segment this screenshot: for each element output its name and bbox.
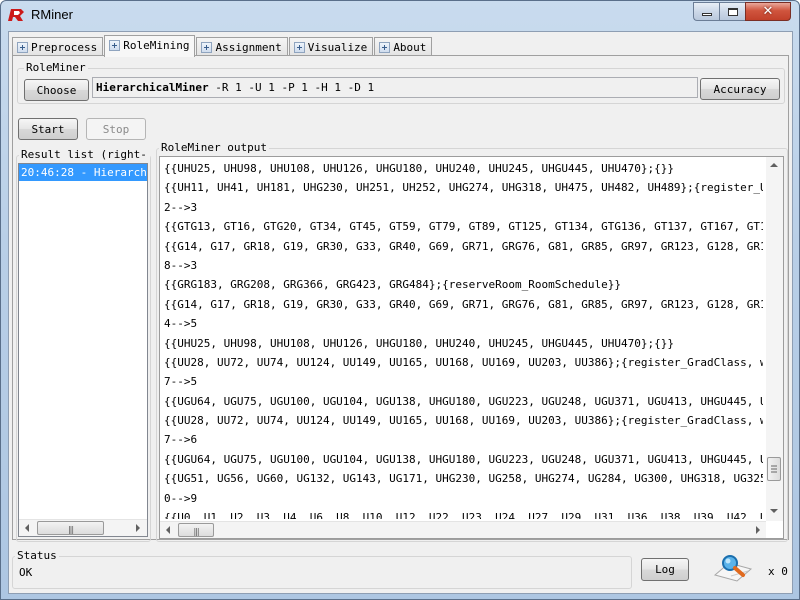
- client-area: Preprocess RoleMining Assignment Visuali…: [8, 31, 793, 594]
- maximize-icon: [727, 7, 738, 16]
- scroll-right-icon[interactable]: [136, 524, 140, 532]
- tab-visualize[interactable]: Visualize: [288, 37, 374, 56]
- output-line: {{GTG13, GT16, GTG20, GT34, GT45, GT59, …: [164, 220, 763, 234]
- expand-plus-icon: [17, 41, 28, 53]
- grip-icon: [771, 465, 777, 473]
- close-button[interactable]: ✕: [745, 2, 791, 21]
- tab-bar: Preprocess RoleMining Assignment Visuali…: [12, 34, 433, 57]
- output-lines: {{UHU25, UHU98, UHU108, UHU126, UHGU180,…: [164, 159, 763, 519]
- output-line: {{UH11, UH41, UH181, UHG230, UH251, UH25…: [164, 181, 763, 195]
- grip-icon: |||: [193, 527, 199, 536]
- log-button[interactable]: Log: [641, 558, 689, 581]
- output-line: 0-->9: [164, 491, 198, 505]
- status-text: OK: [19, 566, 33, 579]
- result-list-item[interactable]: 20:46:28 - Hierarchic: [19, 164, 147, 181]
- stop-button[interactable]: Stop: [86, 118, 146, 140]
- hscroll-thumb[interactable]: |||: [37, 521, 104, 535]
- scroll-left-icon[interactable]: [166, 526, 170, 534]
- window-title: RMiner: [31, 7, 73, 22]
- tab-label: About: [393, 40, 427, 54]
- tab-label: Preprocess: [31, 40, 98, 54]
- search-document-icon[interactable]: [711, 553, 757, 583]
- output-line: {{U0, U1, U2, U3, U4, U6, U8, U10, U12, …: [164, 511, 763, 519]
- scroll-left-icon[interactable]: [25, 524, 29, 532]
- output-line: {{G14, G17, GR18, G19, GR30, G33, GR40, …: [164, 239, 763, 253]
- output-text-area[interactable]: {{UHU25, UHU98, UHU108, UHU126, UHGU180,…: [159, 156, 784, 539]
- tab-label: RoleMining: [123, 39, 190, 52]
- app-window: RMiner ✕ Preprocess RoleMining Assignmen…: [0, 0, 800, 600]
- tab-preprocess[interactable]: Preprocess: [12, 37, 104, 56]
- result-list-hscrollbar[interactable]: |||: [19, 519, 147, 536]
- title-bar[interactable]: RMiner ✕: [1, 1, 799, 31]
- status-group: Status OK: [12, 549, 632, 589]
- output-line: {{UU28, UU72, UU74, UU124, UU149, UU165,…: [164, 414, 763, 428]
- output-line: {{UGU64, UGU75, UGU100, UGU104, UGU138, …: [164, 394, 763, 408]
- log-label: Log: [655, 563, 675, 576]
- miner-args: -R 1 -U 1 -P 1 -H 1 -D 1: [208, 81, 375, 94]
- choose-button[interactable]: Choose: [24, 79, 89, 101]
- output-line: {{GRG183, GRG208, GRG366, GRG423, GRG484…: [164, 278, 621, 292]
- output-line: 8-->3: [164, 258, 198, 272]
- accuracy-label: Accuracy: [713, 82, 767, 96]
- expand-plus-icon: [201, 41, 213, 53]
- output-line: {{UG51, UG56, UG60, UG132, UG143, UG171,…: [164, 472, 763, 486]
- maximize-button[interactable]: [719, 2, 745, 21]
- hscroll-thumb[interactable]: |||: [178, 523, 214, 537]
- status-label: Status: [15, 549, 59, 562]
- tab-label: Assignment: [215, 40, 282, 54]
- minimize-button[interactable]: [693, 2, 719, 21]
- accuracy-button[interactable]: Accuracy: [700, 78, 780, 100]
- roleminer-group-label: RoleMiner: [24, 61, 88, 74]
- output-vscrollbar[interactable]: [766, 157, 783, 521]
- output-line: 2-->3: [164, 200, 198, 214]
- output-line: 7-->5: [164, 375, 198, 389]
- stop-label: Stop: [102, 122, 130, 136]
- output-group-label: RoleMiner output: [159, 141, 269, 154]
- output-line: 7-->6: [164, 433, 198, 447]
- output-line: {{UU28, UU72, UU74, UU124, UU149, UU165,…: [164, 355, 763, 369]
- start-button[interactable]: Start: [18, 118, 78, 140]
- rolemining-panel: RoleMiner Choose HierarchicalMiner -R 1 …: [12, 55, 789, 542]
- minimize-icon: [701, 13, 712, 16]
- tab-assignment[interactable]: Assignment: [196, 37, 288, 56]
- output-line: {{G14, G17, GR18, G19, GR30, G33, GR40, …: [164, 297, 763, 311]
- tab-about[interactable]: About: [374, 37, 433, 56]
- tab-rolemining[interactable]: RoleMining: [104, 35, 196, 57]
- grip-icon: |||: [67, 525, 74, 534]
- choose-label: Choose: [36, 83, 77, 97]
- output-line: {{UHU25, UHU98, UHU108, UHU126, UHGU180,…: [164, 336, 674, 350]
- start-label: Start: [31, 122, 65, 136]
- vscroll-thumb[interactable]: [767, 457, 781, 481]
- expand-plus-icon: [379, 41, 391, 53]
- expand-plus-icon: [109, 40, 121, 51]
- miner-command-field[interactable]: HierarchicalMiner -R 1 -U 1 -P 1 -H 1 -D…: [92, 77, 698, 98]
- scroll-up-icon[interactable]: [770, 163, 778, 167]
- output-line: {{UHU25, UHU98, UHU108, UHU126, UHGU180,…: [164, 162, 674, 175]
- scroll-down-icon[interactable]: [770, 509, 778, 513]
- output-hscrollbar[interactable]: |||: [160, 521, 766, 538]
- scroll-right-icon[interactable]: [756, 526, 760, 534]
- result-list[interactable]: 20:46:28 - Hierarchic |||: [18, 163, 148, 537]
- output-line: {{UGU64, UGU75, UGU100, UGU104, UGU138, …: [164, 452, 763, 466]
- close-icon: ✕: [762, 4, 774, 19]
- rminer-logo-icon: [8, 9, 24, 21]
- tab-label: Visualize: [307, 40, 368, 54]
- expand-plus-icon: [293, 41, 305, 53]
- notification-count: x 0: [768, 565, 788, 578]
- miner-name: HierarchicalMiner: [96, 81, 209, 94]
- output-line: 4-->5: [164, 317, 198, 331]
